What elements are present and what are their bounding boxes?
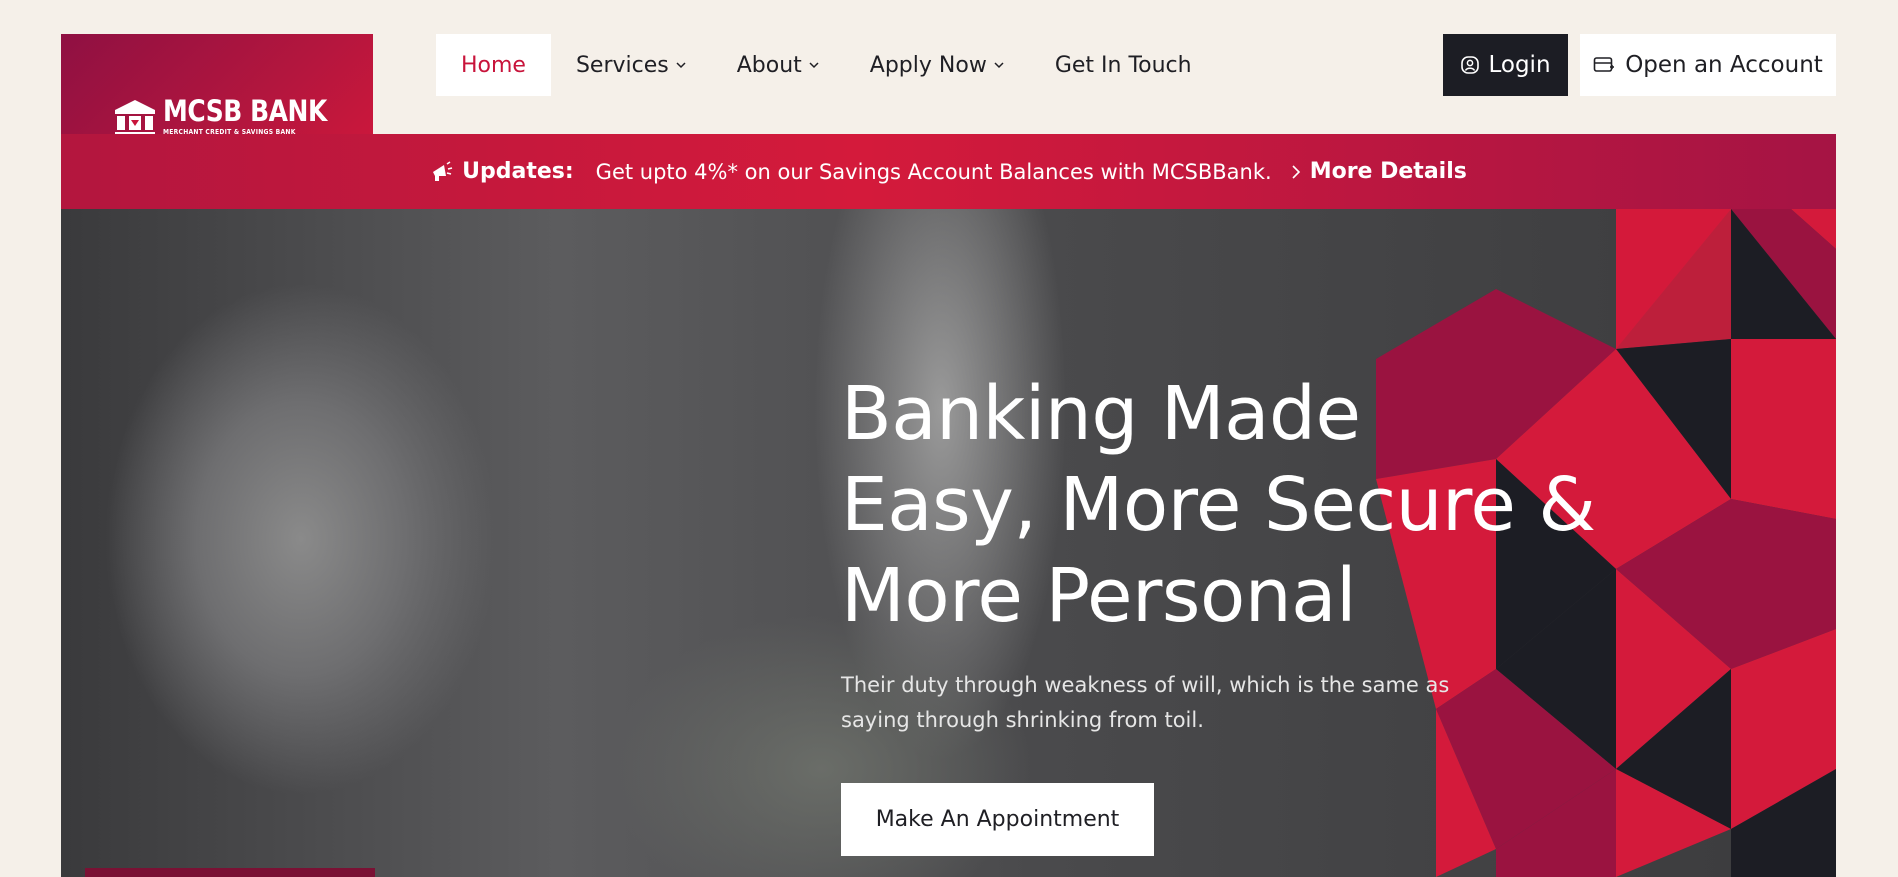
brand-wordmark: MCSB BANK MERCHANT CREDIT & SAVINGS BANK: [163, 93, 354, 136]
hero-subtitle: Their duty through weakness of will, whi…: [841, 673, 1450, 732]
bottom-accent: [85, 868, 375, 877]
open-account-label: Open an Account: [1625, 52, 1823, 78]
bank-logo-icon: [115, 100, 155, 135]
updates-text: Get upto 4%* on our Savings Account Bala…: [595, 159, 1272, 184]
nav-item-label: Services: [575, 52, 669, 78]
more-details-label: More Details: [1309, 159, 1467, 184]
chevron-down-icon: [676, 62, 686, 69]
chevron-down-icon: [809, 62, 819, 69]
nav-item-label: Home: [461, 52, 526, 78]
nav-item-label: Get In Touch: [1054, 52, 1192, 78]
nav-item-home[interactable]: Home: [436, 34, 551, 96]
open-account-button[interactable]: Open an Account: [1580, 34, 1836, 96]
user-circle-icon: [1461, 56, 1480, 74]
brand-logo[interactable]: MCSB BANK MERCHANT CREDIT & SAVINGS BANK: [113, 96, 354, 136]
nav-item-get-in-touch[interactable]: Get In Touch: [1030, 34, 1217, 96]
nav-item-label: About: [736, 52, 802, 78]
hero-section: Banking Made Easy, More Secure & More Pe…: [61, 209, 1836, 877]
nav-item-about[interactable]: About: [712, 34, 845, 96]
updates-bar: Updates: Get upto 4%* on our Savings Acc…: [61, 134, 1836, 209]
nav-item-apply-now[interactable]: Apply Now: [845, 34, 1030, 96]
megaphone-icon: [433, 160, 453, 181]
main-nav: Home Services About Apply Now Get In Tou…: [436, 34, 1217, 96]
login-button[interactable]: Login: [1443, 34, 1568, 96]
chevron-right-icon: [1292, 164, 1300, 179]
card-plus-icon: [1593, 57, 1615, 72]
nav-item-services[interactable]: Services: [551, 34, 712, 96]
make-appointment-label: Make An Appointment: [875, 807, 1120, 832]
hero-content: Banking Made Easy, More Secure & More Pe…: [841, 369, 1596, 738]
make-appointment-button[interactable]: Make An Appointment: [841, 783, 1154, 856]
login-label: Login: [1488, 52, 1551, 78]
nav-item-label: Apply Now: [869, 52, 987, 78]
updates-label: Updates:: [462, 159, 574, 184]
brand-name: MCSB BANK: [163, 93, 327, 128]
chevron-down-icon: [994, 62, 1004, 69]
hero-title: Banking Made Easy, More Secure & More Pe…: [841, 371, 1596, 639]
more-details-link[interactable]: More Details: [1290, 159, 1467, 184]
